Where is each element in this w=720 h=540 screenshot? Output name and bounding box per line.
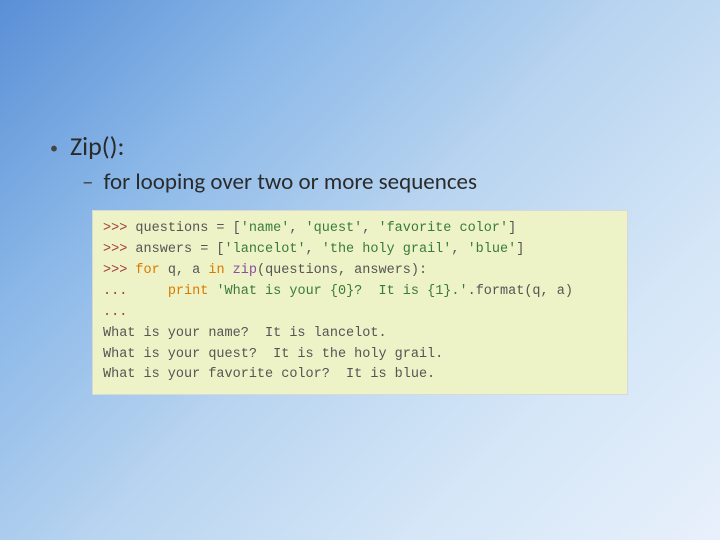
code-line-1: >>> questions = ['name', 'quest', 'favor… <box>103 219 617 240</box>
code-line-2: >>> answers = ['lancelot', 'the holy gra… <box>103 240 617 261</box>
bullet-level-1: • Zip(): <box>50 130 670 162</box>
bullet-dash-icon: – <box>82 168 93 196</box>
slide-content: • Zip(): – for looping over two or more … <box>0 0 720 395</box>
code-line-3: >>> for q, a in zip(questions, answers): <box>103 261 617 282</box>
code-line-5: ... <box>103 303 617 324</box>
bullet-2-text: for looping over two or more sequences <box>103 168 477 196</box>
code-block: >>> questions = ['name', 'quest', 'favor… <box>92 210 628 395</box>
code-output-1: What is your name? It is lancelot. <box>103 324 617 345</box>
code-output-3: What is your favorite color? It is blue. <box>103 365 617 386</box>
code-output-2: What is your quest? It is the holy grail… <box>103 345 617 366</box>
bullet-1-text: Zip(): <box>70 130 125 162</box>
bullet-level-2: – for looping over two or more sequences <box>82 168 670 196</box>
code-line-4: ... print 'What is your {0}? It is {1}.'… <box>103 282 617 303</box>
bullet-dot-icon: • <box>50 141 58 157</box>
